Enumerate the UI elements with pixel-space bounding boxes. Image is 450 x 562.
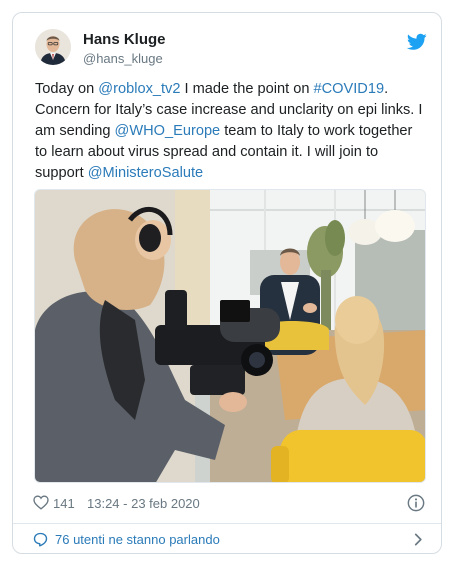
- mention-link[interactable]: @roblox_tv2: [98, 81, 180, 97]
- info-icon[interactable]: [407, 494, 425, 512]
- conversation-label: 76 utenti ne stanno parlando: [55, 532, 220, 547]
- photo-image: [35, 190, 425, 482]
- chevron-right-icon: [414, 533, 422, 546]
- tweet-text-part: Today on: [35, 81, 99, 97]
- like-count[interactable]: 141: [53, 496, 75, 511]
- speech-bubble-icon: [33, 532, 48, 547]
- tweet-card: Hans Kluge @hans_kluge Today on @roblox_…: [12, 12, 442, 554]
- divider: [13, 523, 441, 524]
- mention-link[interactable]: @WHO_Europe: [115, 123, 221, 139]
- timestamp[interactable]: 13:24 - 23 feb 2020: [87, 496, 200, 511]
- conversation-link[interactable]: 76 utenti ne stanno parlando: [33, 529, 425, 551]
- author-handle[interactable]: @hans_kluge: [83, 51, 163, 66]
- avatar[interactable]: [35, 29, 71, 65]
- tweet-photo[interactable]: [34, 189, 426, 483]
- tweet-meta: 141 13:24 - 23 feb 2020: [33, 493, 425, 515]
- hashtag-link[interactable]: #COVID19: [314, 81, 385, 97]
- avatar-image: [35, 29, 71, 65]
- heart-icon[interactable]: [33, 495, 49, 510]
- tweet-text-part: I made the point on: [180, 81, 314, 97]
- author-name[interactable]: Hans Kluge: [83, 31, 166, 48]
- tweet-text: Today on @roblox_tv2 I made the point on…: [35, 79, 425, 184]
- mention-link[interactable]: @MinisteroSalute: [88, 165, 203, 181]
- twitter-bird-icon[interactable]: [407, 33, 427, 51]
